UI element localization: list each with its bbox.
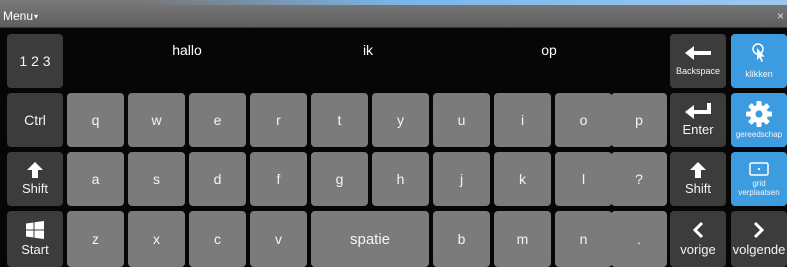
key-l[interactable]: l	[555, 152, 612, 206]
key-p[interactable]: p	[611, 93, 667, 147]
key-x[interactable]: x	[128, 211, 185, 267]
menu-button[interactable]: Menu▾	[3, 9, 38, 24]
key-z[interactable]: z	[67, 211, 124, 267]
key-a[interactable]: a	[67, 152, 124, 206]
enter-arrow-icon	[685, 103, 711, 119]
grid-move-key[interactable]: grid verplaatsen	[731, 152, 787, 206]
numbers-key[interactable]: 1 2 3	[7, 34, 63, 88]
key-w[interactable]: w	[128, 93, 185, 147]
key-s[interactable]: s	[128, 152, 185, 206]
window-background-strip	[147, 0, 787, 5]
key-q[interactable]: q	[67, 93, 124, 147]
title-bar: Menu▾ ×	[0, 0, 787, 28]
close-button[interactable]: ×	[777, 9, 784, 23]
key-u[interactable]: u	[433, 93, 490, 147]
grid-move-label-line2: verplaatsen	[738, 187, 780, 197]
click-tool-label: klikken	[745, 69, 773, 79]
next-label: volgende	[732, 242, 786, 257]
key-h[interactable]: h	[372, 152, 429, 206]
key-e[interactable]: e	[189, 93, 246, 147]
onscreen-keyboard: 1 2 3 hallo ik op Backspace klikken Ctrl…	[0, 28, 787, 267]
menu-caret-icon: ▾	[34, 11, 39, 21]
key-c[interactable]: c	[189, 211, 246, 267]
grid-move-label: grid verplaatsen	[738, 179, 779, 197]
key-y[interactable]: y	[372, 93, 429, 147]
menu-label: Menu	[3, 9, 34, 23]
word-suggestion-2[interactable]: ik	[328, 42, 408, 58]
up-arrow-icon	[27, 162, 43, 178]
enter-label: Enter	[682, 122, 714, 137]
numbers-key-label: 1 2 3	[19, 53, 51, 69]
chevron-right-icon	[753, 221, 765, 239]
arrow-left-icon	[685, 46, 711, 60]
key-b[interactable]: b	[433, 211, 490, 267]
click-tool-key[interactable]: klikken	[731, 34, 787, 88]
key-i[interactable]: i	[494, 93, 551, 147]
up-arrow-icon	[690, 162, 706, 178]
key-v[interactable]: v	[250, 211, 307, 267]
tool-key[interactable]: gereedschap	[731, 93, 787, 147]
start-key[interactable]: Start	[7, 211, 63, 267]
previous-key[interactable]: vorige	[670, 211, 726, 267]
previous-label: vorige	[680, 242, 716, 257]
key-question-mark[interactable]: ?	[611, 152, 667, 206]
key-t[interactable]: t	[311, 93, 368, 147]
enter-key[interactable]: Enter	[670, 93, 726, 147]
chevron-left-icon	[692, 221, 704, 239]
gear-icon	[746, 101, 772, 127]
backspace-label: Backspace	[675, 66, 721, 76]
shift-right-label: Shift	[684, 181, 711, 196]
backspace-key[interactable]: Backspace	[670, 34, 726, 88]
key-n[interactable]: n	[555, 211, 612, 267]
key-d[interactable]: d	[189, 152, 246, 206]
pointer-icon	[751, 43, 767, 63]
tool-label: gereedschap	[735, 130, 783, 139]
key-k[interactable]: k	[494, 152, 551, 206]
next-key[interactable]: volgende	[731, 211, 787, 267]
shift-left-label: Shift	[21, 181, 48, 196]
key-r[interactable]: r	[250, 93, 307, 147]
key-g[interactable]: g	[311, 152, 368, 206]
ctrl-key[interactable]: Ctrl	[7, 93, 63, 147]
word-suggestion-3[interactable]: op	[509, 42, 589, 58]
space-key[interactable]: spatie	[311, 211, 429, 267]
ctrl-label: Ctrl	[24, 112, 46, 128]
shift-left-key[interactable]: Shift	[7, 152, 63, 206]
start-label: Start	[21, 242, 49, 257]
grid-frame-icon	[749, 161, 769, 176]
grid-move-label-line1: grid	[752, 178, 766, 188]
shift-right-key[interactable]: Shift	[670, 152, 726, 206]
key-period[interactable]: .	[611, 211, 667, 267]
key-o[interactable]: o	[555, 93, 612, 147]
key-m[interactable]: m	[494, 211, 551, 267]
key-f[interactable]: f	[250, 152, 307, 206]
key-j[interactable]: j	[433, 152, 490, 206]
windows-icon	[26, 221, 44, 239]
word-suggestion-1[interactable]: hallo	[147, 42, 227, 58]
